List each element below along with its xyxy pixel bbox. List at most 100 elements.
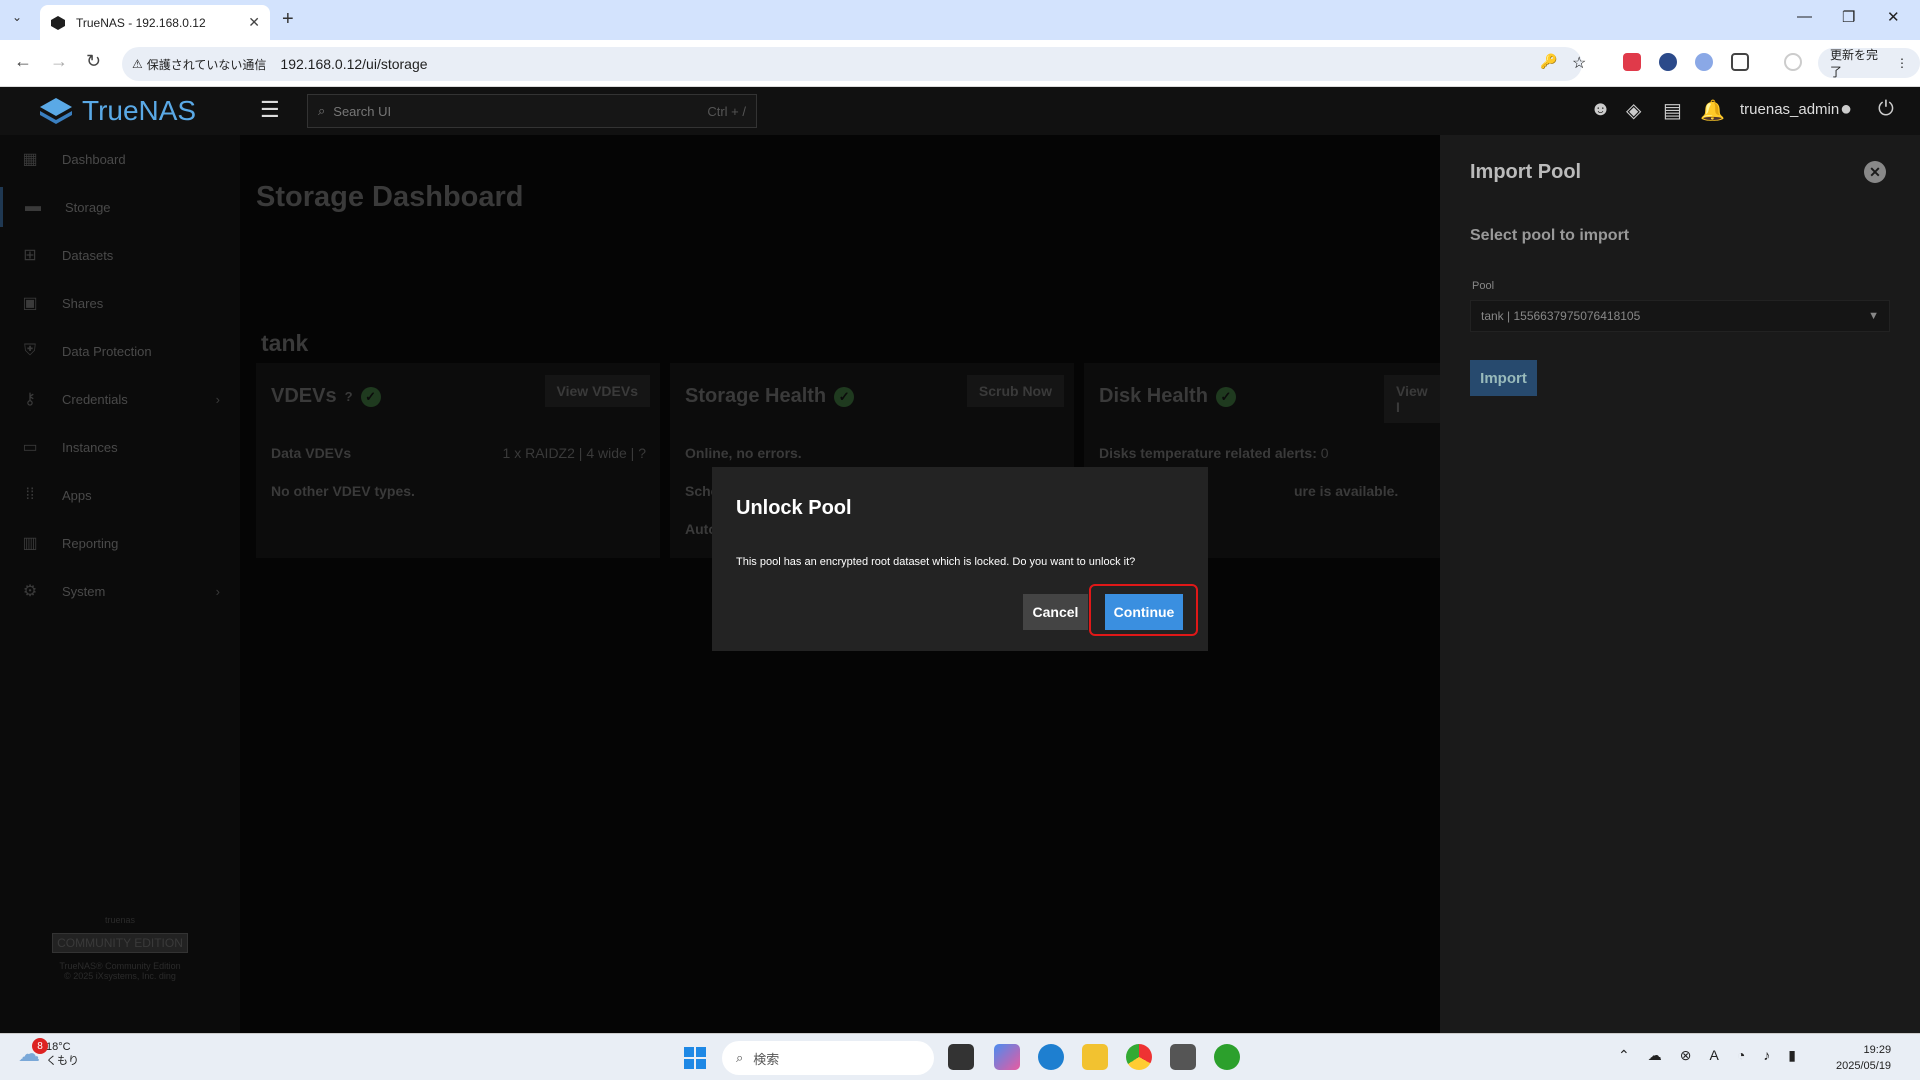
laptop-icon: ▭ <box>22 439 38 456</box>
browser-tab[interactable]: TrueNAS - 192.168.0.12 ✕ <box>40 5 270 40</box>
sidebar-item-storage[interactable]: ▬ Storage <box>0 187 240 227</box>
pool-select[interactable]: tank | 1556637975076418105 ▼ <box>1470 300 1890 332</box>
sidebar-item-instances[interactable]: ▭ Instances <box>0 427 240 467</box>
check-circle-icon: ✓ <box>834 386 855 407</box>
sidebar-item-reporting[interactable]: ▥ Reporting <box>0 523 240 563</box>
dialog-message: This pool has an encrypted root dataset … <box>736 556 1136 568</box>
kebab-menu-icon[interactable]: ⋮ <box>1896 56 1908 70</box>
chevron-up-icon[interactable]: ⌃ <box>1618 1047 1630 1064</box>
notepad-icon[interactable] <box>1170 1044 1196 1070</box>
close-icon[interactable]: ✕ <box>1864 161 1886 183</box>
shares-icon: ▣ <box>22 295 38 312</box>
disk-temp-status: ure is available. <box>1294 483 1399 499</box>
card-title: VDEVs? ✓ <box>271 385 381 408</box>
dialog-title: Unlock Pool <box>736 497 852 519</box>
key-icon: ⚷ <box>24 391 36 408</box>
forward-icon[interactable]: → <box>50 51 68 72</box>
search-icon: ⌕ <box>736 1050 744 1065</box>
address-bar[interactable]: ⚠ 保護されていない通信 192.168.0.12/ui/storage <box>122 47 1582 81</box>
tab-list-chevron-icon[interactable]: ⌄ <box>12 10 22 24</box>
sidebar-item-datasets[interactable]: ⊞ Datasets <box>0 235 240 275</box>
back-icon[interactable]: ← <box>14 51 32 72</box>
power-icon[interactable]: ⏻ <box>1878 98 1894 121</box>
security-warning[interactable]: ⚠ 保護されていない通信 <box>132 56 266 73</box>
wifi-icon[interactable]: ◔ <box>1737 1047 1745 1064</box>
chart-icon: ▥ <box>22 535 38 552</box>
chrome-icon[interactable] <box>1126 1044 1152 1070</box>
truenas-logo-icon <box>40 98 72 124</box>
health-status: Online, no errors. <box>685 445 802 461</box>
copilot-icon[interactable] <box>994 1044 1020 1070</box>
other-vdevs-text: No other VDEV types. <box>271 483 415 499</box>
password-key-icon[interactable]: 🔑 <box>1540 53 1558 71</box>
username[interactable]: truenas_admin <box>1740 101 1839 118</box>
search-input[interactable]: ⌕ Search UI Ctrl + / <box>307 94 757 128</box>
sidebar-item-dashboard[interactable]: ▦ Dashboard <box>0 139 240 179</box>
sidebar-item-system[interactable]: ⚙ System › <box>0 571 240 611</box>
weather-widget[interactable]: ☁ 8 18°C くもり <box>18 1038 79 1068</box>
truenas-logo[interactable]: TrueNAS <box>38 95 196 127</box>
ime-icon[interactable]: A <box>1709 1047 1718 1064</box>
taskbar: ☁ 8 18°C くもり ⌕ 検索 ⌃ ☁ ⊗ A ◔ ♪ ▮ 19:29 20… <box>0 1033 1920 1080</box>
new-tab-icon[interactable]: + <box>282 8 294 31</box>
footer-copyright[interactable]: © 2025 iXsystems, Inc. ding <box>0 971 240 981</box>
minimize-icon[interactable]: — <box>1797 8 1812 25</box>
chevron-right-icon: › <box>215 391 220 407</box>
import-button[interactable]: Import <box>1470 360 1537 396</box>
notifications-bell-icon[interactable]: 🔔 <box>1700 98 1725 123</box>
extensions-puzzle-icon[interactable] <box>1731 53 1749 71</box>
evernote-icon[interactable] <box>1214 1044 1240 1070</box>
restore-icon[interactable]: ❐ <box>1842 8 1855 26</box>
profile-avatar-icon[interactable] <box>1784 53 1802 71</box>
volume-icon[interactable]: ♪ <box>1763 1047 1770 1064</box>
window-close-icon[interactable]: ✕ <box>1887 8 1900 26</box>
storage-icon: ▬ <box>25 198 41 215</box>
clock[interactable]: 19:29 2025/05/19 <box>1836 1042 1891 1074</box>
dashboard-icon: ▦ <box>22 151 38 168</box>
file-explorer-icon[interactable] <box>1082 1044 1108 1070</box>
continue-button[interactable]: Continue <box>1105 594 1183 630</box>
view-vdevs-button[interactable]: View VDEVs <box>544 375 650 407</box>
hamburger-menu-icon[interactable]: ☰ <box>260 97 280 123</box>
account-circle-icon[interactable]: ● <box>1840 98 1852 121</box>
edge-icon[interactable] <box>1038 1044 1064 1070</box>
warning-icon: ⚠ <box>132 57 143 71</box>
help-icon[interactable]: ? <box>345 389 353 404</box>
bookmark-star-icon[interactable]: ☆ <box>1572 53 1590 72</box>
check-circle-icon: ✓ <box>1215 386 1236 407</box>
view-disks-button[interactable]: View I <box>1384 375 1440 423</box>
app-tray-icon[interactable]: ⊗ <box>1680 1047 1692 1064</box>
feedback-icon[interactable]: ☻ <box>1590 98 1611 121</box>
url-text: 192.168.0.12/ui/storage <box>280 56 428 72</box>
windows-start-icon[interactable] <box>683 1046 707 1070</box>
tab-close-icon[interactable]: ✕ <box>248 14 260 31</box>
unlock-pool-dialog: Unlock Pool This pool has an encrypted r… <box>712 467 1208 651</box>
sidebar-item-credentials[interactable]: ⚷ Credentials › <box>0 379 240 419</box>
truecommand-icon[interactable]: ◈ <box>1626 98 1641 123</box>
browser-tab-strip: ⌄ TrueNAS - 192.168.0.12 ✕ + — ❐ ✕ <box>0 0 1920 40</box>
sidebar-item-data-protection[interactable]: ⛨ Data Protection <box>0 331 240 371</box>
extension-icon[interactable] <box>1659 53 1677 71</box>
cancel-button[interactable]: Cancel <box>1023 594 1088 630</box>
check-circle-icon: ✓ <box>360 386 381 407</box>
jobs-clipboard-icon[interactable]: ▤ <box>1663 98 1682 123</box>
task-view-icon[interactable] <box>948 1044 974 1070</box>
onedrive-icon[interactable]: ☁ <box>1648 1047 1662 1064</box>
search-shortcut: Ctrl + / <box>707 103 746 119</box>
vdevs-card: VDEVs? ✓ View VDEVs Data VDEVs 1 x RAIDZ2… <box>256 363 660 558</box>
edition-badge: COMMUNITY EDITION <box>52 933 188 953</box>
app-header: TrueNAS ☰ ⌕ Search UI Ctrl + / ☻ ◈ ▤ 🔔 t… <box>0 87 1920 135</box>
sidebar-item-apps[interactable]: ⁞⁞ Apps <box>0 475 240 515</box>
truenas-favicon-icon <box>51 15 65 30</box>
sidebar-item-shares[interactable]: ▣ Shares <box>0 283 240 323</box>
pocket-extension-icon[interactable] <box>1623 53 1641 71</box>
reload-icon[interactable]: ↻ <box>86 51 101 72</box>
disk-temp-alerts: Disks temperature related alerts: 0 <box>1099 445 1329 461</box>
update-button[interactable]: 更新を完了 ⋮ <box>1818 48 1920 79</box>
scrub-now-button[interactable]: Scrub Now <box>966 375 1064 407</box>
battery-icon[interactable]: ▮ <box>1788 1047 1796 1064</box>
gear-icon: ⚙ <box>22 583 38 600</box>
taskbar-search[interactable]: ⌕ 検索 <box>722 1041 934 1075</box>
browser-toolbar: ← → ↻ ⚠ 保護されていない通信 192.168.0.12/ui/storag… <box>0 40 1920 87</box>
lens-extension-icon[interactable] <box>1695 53 1713 71</box>
